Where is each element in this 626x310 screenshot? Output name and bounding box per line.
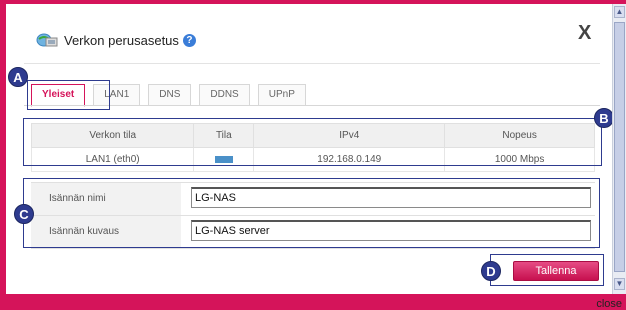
title-divider <box>24 63 600 64</box>
close-link[interactable]: close <box>596 298 622 310</box>
vertical-scrollbar[interactable]: ▲ ▼ <box>612 4 626 294</box>
scroll-up-icon[interactable]: ▲ <box>614 6 625 18</box>
network-computer-icon <box>36 32 58 48</box>
highlight-box-a <box>27 80 110 110</box>
close-icon[interactable]: X <box>578 22 591 45</box>
tab-ddns[interactable]: DDNS <box>199 84 250 105</box>
scrollbar-thumb[interactable] <box>614 22 625 272</box>
highlight-box-c <box>23 178 600 248</box>
help-icon[interactable]: ? <box>182 33 196 47</box>
marker-a: A <box>8 67 28 87</box>
dialog-title: Verkon perusasetus <box>64 32 179 48</box>
highlight-box-d <box>490 254 604 286</box>
highlight-box-b <box>23 118 602 166</box>
dialog-title-row: Verkon perusasetus ? <box>36 30 196 50</box>
marker-b: B <box>594 108 614 128</box>
scroll-down-icon[interactable]: ▼ <box>614 278 625 290</box>
marker-c: C <box>14 204 34 224</box>
tab-upnp[interactable]: UPnP <box>257 84 306 105</box>
tab-dns[interactable]: DNS <box>148 84 192 105</box>
marker-d: D <box>481 261 501 281</box>
tab-divider <box>24 105 600 106</box>
